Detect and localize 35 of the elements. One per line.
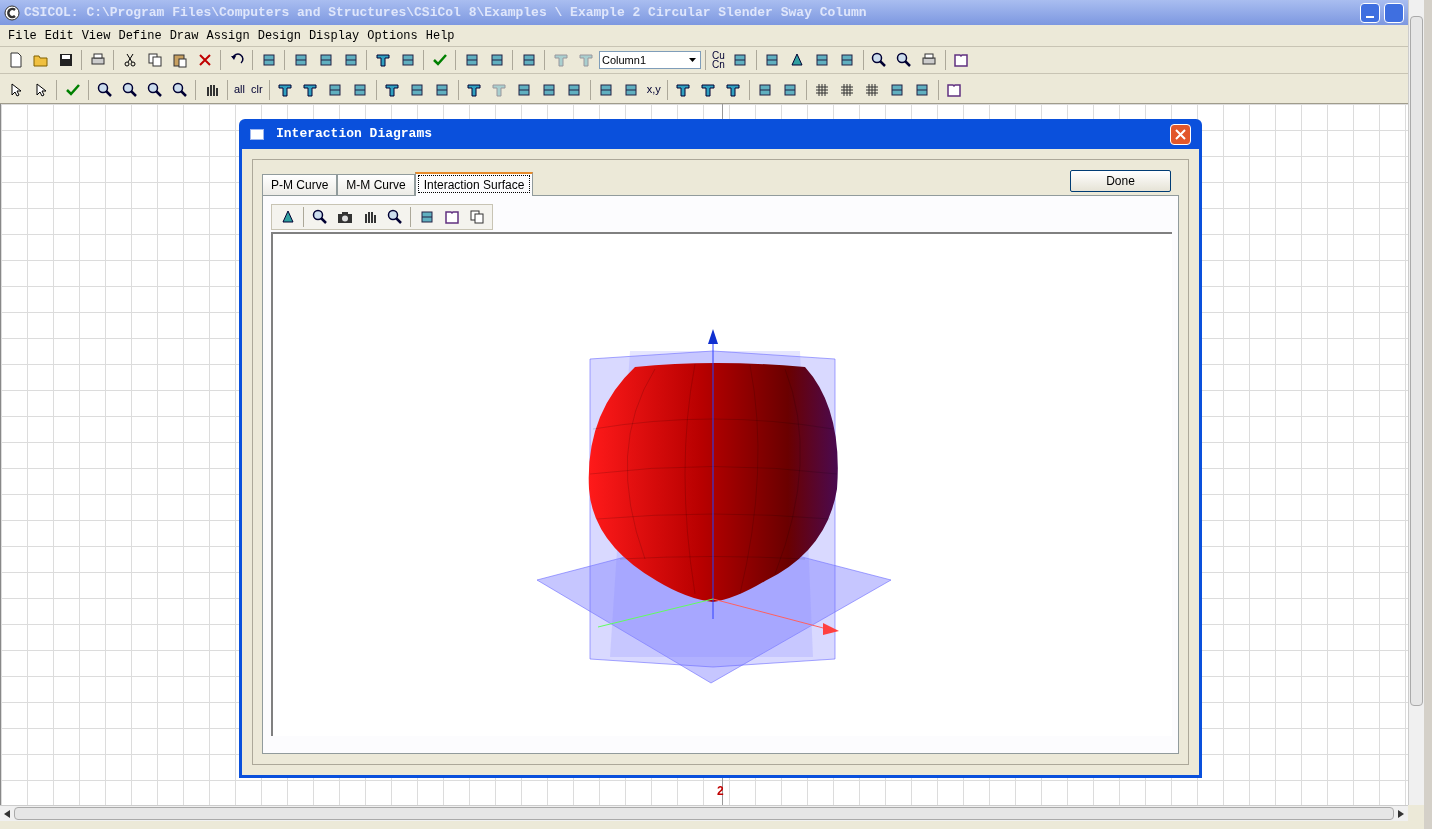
- scrollbar-thumb[interactable]: [1410, 16, 1423, 706]
- tab[interactable]: M-M Curve: [337, 174, 415, 195]
- scroll-left-arrow-icon[interactable]: [4, 809, 10, 818]
- done-button[interactable]: Done: [1070, 170, 1171, 192]
- grid-label: 2: [717, 783, 724, 800]
- scrollbar-thumb[interactable]: [14, 807, 1394, 820]
- dialog-title: Interaction Diagrams: [276, 125, 433, 144]
- window-icon: [250, 128, 264, 140]
- vertical-scrollbar[interactable]: [1408, 0, 1424, 805]
- caption-button[interactable]: clr: [249, 78, 265, 101]
- cu-cn-button[interactable]: Cu Cn: [710, 49, 727, 71]
- close-button[interactable]: [1170, 123, 1191, 145]
- caption-button[interactable]: x,y: [644, 78, 663, 101]
- tab[interactable]: P-M Curve: [262, 174, 338, 195]
- menu-item[interactable]: View: [77, 26, 115, 45]
- menu-item[interactable]: Display: [304, 26, 364, 45]
- menu-item[interactable]: Draw: [165, 26, 203, 45]
- menu-item[interactable]: Help: [421, 26, 459, 45]
- tab[interactable]: Interaction Surface: [414, 172, 534, 196]
- menu-item[interactable]: Edit: [40, 26, 78, 45]
- menu-item[interactable]: Options: [363, 26, 422, 45]
- section-dropdown[interactable]: Column1: [599, 51, 701, 69]
- drawing-canvas[interactable]: 2 Interaction Diagrams P-M Curve M-M Curve Interaction Surface Done: [0, 104, 1408, 805]
- menu-item[interactable]: Assign: [202, 26, 254, 45]
- menu-item[interactable]: File: [4, 26, 41, 45]
- scroll-right-arrow-icon[interactable]: [1398, 809, 1404, 818]
- horizontal-scrollbar[interactable]: [0, 805, 1408, 821]
- menu-item[interactable]: Design: [253, 26, 305, 45]
- close-icon: [1175, 128, 1186, 140]
- minimize-button[interactable]: [1360, 2, 1380, 23]
- menu-item[interactable]: Define: [114, 26, 166, 45]
- app-logo-icon: [4, 4, 20, 21]
- caption-button[interactable]: all: [232, 78, 247, 101]
- restore-button[interactable]: [1384, 2, 1404, 23]
- window-title: CSICOL: C:\Program Files\Computers and Structures\CSiCol 8\Examples \ Example 2 Circular Slender Sway Column: [24, 3, 867, 22]
